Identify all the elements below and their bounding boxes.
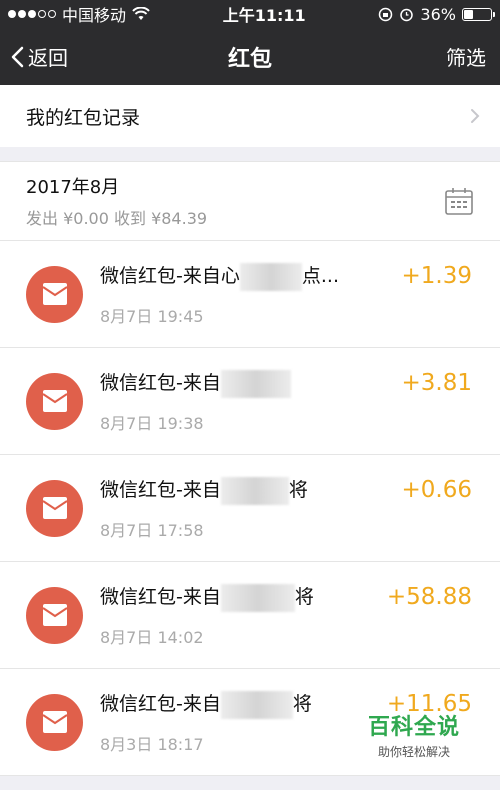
item-amount: +1.39	[401, 263, 472, 289]
signal-icon	[8, 10, 56, 18]
month-title: 2017年8月	[26, 177, 120, 198]
wifi-icon	[132, 7, 150, 20]
calendar-icon[interactable]	[444, 186, 474, 216]
item-time: 8月7日 17:58	[100, 520, 204, 540]
item-time: 8月7日 14:02	[100, 627, 204, 647]
status-icons: 36%	[378, 4, 495, 24]
month-header: 2017年8月 发出 ¥0.00 收到 ¥84.39	[0, 161, 500, 241]
item-amount: +58.88	[386, 584, 472, 610]
red-packet-list: 微信红包-来自心 点... 8月7日 19:45 +1.39 微信红包-来自 8月…	[0, 241, 500, 776]
red-envelope-icon	[26, 479, 83, 537]
red-envelope-icon	[26, 586, 83, 644]
carrier-area: 中国移动	[8, 2, 150, 26]
watermark-title: 百科全说	[367, 715, 460, 740]
item-time: 8月7日 19:38	[100, 413, 204, 433]
battery-icon	[461, 7, 495, 21]
list-item[interactable]: 微信红包-来自将 8月7日 17:58 +0.66	[0, 455, 500, 562]
chevron-left-icon	[11, 46, 24, 67]
alarm-icon	[400, 8, 414, 21]
page-title: 红包	[227, 46, 273, 72]
month-summary: 发出 ¥0.00 收到 ¥84.39	[26, 209, 208, 228]
filter-button[interactable]: 筛选	[446, 42, 486, 71]
nav-bar: 返回 红包 筛选	[0, 28, 500, 85]
section-gap	[0, 147, 500, 161]
carrier-label: 中国移动	[62, 6, 127, 25]
red-envelope-icon	[26, 372, 83, 430]
rotation-lock-icon	[379, 7, 393, 21]
item-amount: +3.81	[401, 370, 472, 396]
item-time: 8月7日 19:45	[100, 306, 204, 326]
watermark-subtitle: 助你轻松解决	[377, 745, 450, 759]
battery-percent: 36%	[420, 4, 456, 24]
red-envelope-icon	[26, 265, 83, 323]
chevron-right-icon	[471, 109, 480, 123]
back-label: 返回	[28, 46, 68, 70]
status-bar: 中国移动 上午11:11 36%	[0, 0, 500, 28]
red-packet-records-link[interactable]: 我的红包记录	[0, 85, 500, 147]
watermark-logo: 百科全说 助你轻松解决	[368, 709, 460, 760]
list-item[interactable]: 微信红包-来自心 点... 8月7日 19:45 +1.39	[0, 241, 500, 348]
back-button[interactable]: 返回	[10, 42, 68, 71]
item-amount: +0.66	[401, 477, 472, 503]
record-label: 我的红包记录	[26, 106, 141, 129]
clock: 上午11:11	[222, 6, 306, 25]
list-item[interactable]: 微信红包-来自将 8月7日 14:02 +58.88	[0, 562, 500, 669]
list-item[interactable]: 微信红包-来自 8月7日 19:38 +3.81	[0, 348, 500, 455]
red-envelope-icon	[26, 693, 83, 751]
